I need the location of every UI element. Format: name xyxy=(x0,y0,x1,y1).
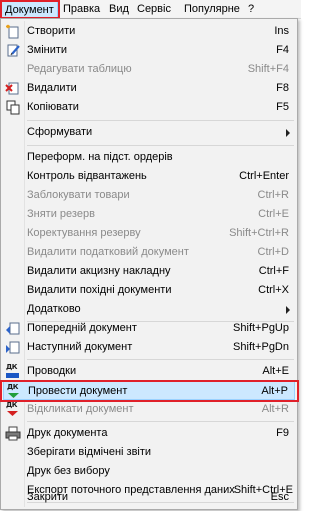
menu-item-label: Коректування резерву xyxy=(27,227,141,239)
menu-item-shortcut: Ctrl+R xyxy=(257,189,289,201)
menu-item-save-marked-reports[interactable]: Зберігати відмічені звіти xyxy=(3,443,295,462)
menu-item-shortcut: Alt+P xyxy=(261,385,288,397)
menu-item-reform-orders[interactable]: Переформ. на підст. ордерів xyxy=(3,148,295,167)
menu-item-label: Наступний документ xyxy=(27,341,133,353)
menu-item-label: Копіювати xyxy=(27,101,79,113)
menu-document[interactable]: Документ xyxy=(1,0,58,18)
menu-item-label: Видалити похідні документи xyxy=(27,284,172,296)
menu-item-delete-tax-document[interactable]: Видалити податковий документ Ctrl+D xyxy=(3,243,295,262)
menu-item-shortcut: Alt+R xyxy=(261,403,289,415)
menu-item-shortcut: Ins xyxy=(274,25,289,37)
menu-view[interactable]: Вид xyxy=(106,0,132,18)
menu-item-delete-derived-documents[interactable]: Видалити похідні документи Ctrl+X xyxy=(3,281,295,300)
menu-separator xyxy=(27,421,294,422)
menu-item-shortcut: Ctrl+F xyxy=(258,265,289,277)
menu-separator xyxy=(27,145,294,146)
menu-item-recall-document[interactable]: ДК Відкликати документ Alt+R xyxy=(3,400,295,419)
menu-item-label: Друк без вибору xyxy=(27,465,110,477)
menu-item-label: Видалити xyxy=(27,82,77,94)
menu-item-shortcut: Ctrl+E xyxy=(258,208,289,220)
previous-document-icon xyxy=(6,322,20,335)
menu-favorites[interactable]: Популярне xyxy=(181,0,243,18)
menu-item-create[interactable]: Створити Ins xyxy=(3,22,295,41)
submenu-arrow-icon xyxy=(286,129,290,137)
menu-item-label: Відкликати документ xyxy=(27,403,134,415)
delete-icon xyxy=(5,82,19,95)
menu-item-shortcut: Ctrl+Enter xyxy=(239,170,289,182)
menu-item-lock-goods[interactable]: Заблокувати товари Ctrl+R xyxy=(3,186,295,205)
menu-item-shortcut: F5 xyxy=(276,101,289,113)
menu-separator xyxy=(27,120,294,121)
post-document-icon: ДК xyxy=(6,384,21,399)
menu-item-shortcut: F9 xyxy=(276,427,289,439)
menu-item-print-document[interactable]: Друк документа F9 xyxy=(3,424,295,443)
next-document-icon xyxy=(6,341,20,354)
printer-icon xyxy=(5,426,21,441)
menu-item-close-row[interactable]: Закрити Esc xyxy=(3,488,295,507)
menu-item-shortcut: Shift+PgDn xyxy=(233,341,289,353)
entries-icon: ДК xyxy=(5,364,20,379)
menu-item-shortcut: Shift+PgUp xyxy=(233,322,289,334)
menu-item-copy[interactable]: Копіювати F5 xyxy=(3,98,295,117)
menu-separator xyxy=(27,359,294,360)
menu-item-edit[interactable]: Змінити F4 xyxy=(3,41,295,60)
menu-item-edit-table[interactable]: Редагувати таблицю Shift+F4 xyxy=(3,60,295,79)
menu-item-shipment-control[interactable]: Контроль відвантажень Ctrl+Enter xyxy=(3,167,295,186)
menu-item-label: Видалити податковий документ xyxy=(27,246,189,258)
menu-item-label: Закрити xyxy=(27,491,69,503)
menu-item-shortcut: Esc xyxy=(270,491,289,503)
menu-item-shortcut: Ctrl+X xyxy=(258,284,289,296)
menu-item-shortcut: F4 xyxy=(276,44,289,56)
menu-item-remove-reserve[interactable]: Зняти резерв Ctrl+E xyxy=(3,205,295,224)
menu-item-label: Видалити акцизну накладну xyxy=(27,265,171,277)
new-document-icon xyxy=(6,24,19,39)
menu-item-entries[interactable]: ДК Проводки Alt+E xyxy=(3,362,295,381)
edit-icon xyxy=(7,44,20,57)
menu-item-label: Створити xyxy=(27,25,76,37)
menu-item-shortcut: Alt+E xyxy=(262,365,289,377)
menu-item-label: Провести документ xyxy=(28,385,128,397)
menu-service[interactable]: Сервіс xyxy=(134,0,174,18)
menu-item-adjust-reserve[interactable]: Коректування резерву Shift+Ctrl+R xyxy=(3,224,295,243)
menu-item-shortcut: F8 xyxy=(276,82,289,94)
menu-item-shortcut: Shift+F4 xyxy=(247,63,289,75)
copy-icon xyxy=(6,100,20,115)
menu-item-label: Сформувати xyxy=(27,126,93,138)
menu-item-label: Зняти резерв xyxy=(27,208,95,220)
menu-item-next-document[interactable]: Наступний документ Shift+PgDn xyxy=(3,338,295,357)
menu-edit[interactable]: Правка xyxy=(60,0,103,18)
menu-item-previous-document-row[interactable]: Попередній документ Shift+PgUp xyxy=(3,319,295,338)
menu-item-shortcut: Shift+Ctrl+R xyxy=(229,227,289,239)
menu-item-generate[interactable]: Сформувати xyxy=(3,123,295,142)
menu-item-label: Проводки xyxy=(27,365,77,377)
menu-item-delete[interactable]: Видалити F8 xyxy=(3,79,295,98)
menu-item-label: Переформ. на підст. ордерів xyxy=(27,151,173,163)
document-dropdown-menu: Створити Ins Змінити F4 Редагувати табли… xyxy=(0,18,298,510)
menu-item-shortcut: Ctrl+D xyxy=(257,246,289,258)
menu-item-delete-excise-invoice[interactable]: Видалити акцизну накладну Ctrl+F xyxy=(3,262,295,281)
menu-item-post-document[interactable]: ДК Провести документ Alt+P xyxy=(3,381,295,400)
menu-help[interactable]: ? xyxy=(245,0,257,18)
recall-document-icon: ДК xyxy=(5,402,20,417)
menu-item-print-without-selection[interactable]: Друк без вибору xyxy=(3,462,295,481)
menu-item-label: Зберігати відмічені звіти xyxy=(27,446,152,458)
menu-item-label: Заблокувати товари xyxy=(27,189,130,201)
menu-item-label: Контроль відвантажень xyxy=(27,170,147,182)
menu-item-label: Редагувати таблицю xyxy=(27,63,132,75)
menu-item-label: Попередній документ xyxy=(27,322,137,334)
menu-item-label: Друк документа xyxy=(27,427,108,439)
menu-item-label: Змінити xyxy=(27,44,68,56)
menu-bar: Документ Правка Вид Сервіс Популярне ? xyxy=(0,0,301,19)
